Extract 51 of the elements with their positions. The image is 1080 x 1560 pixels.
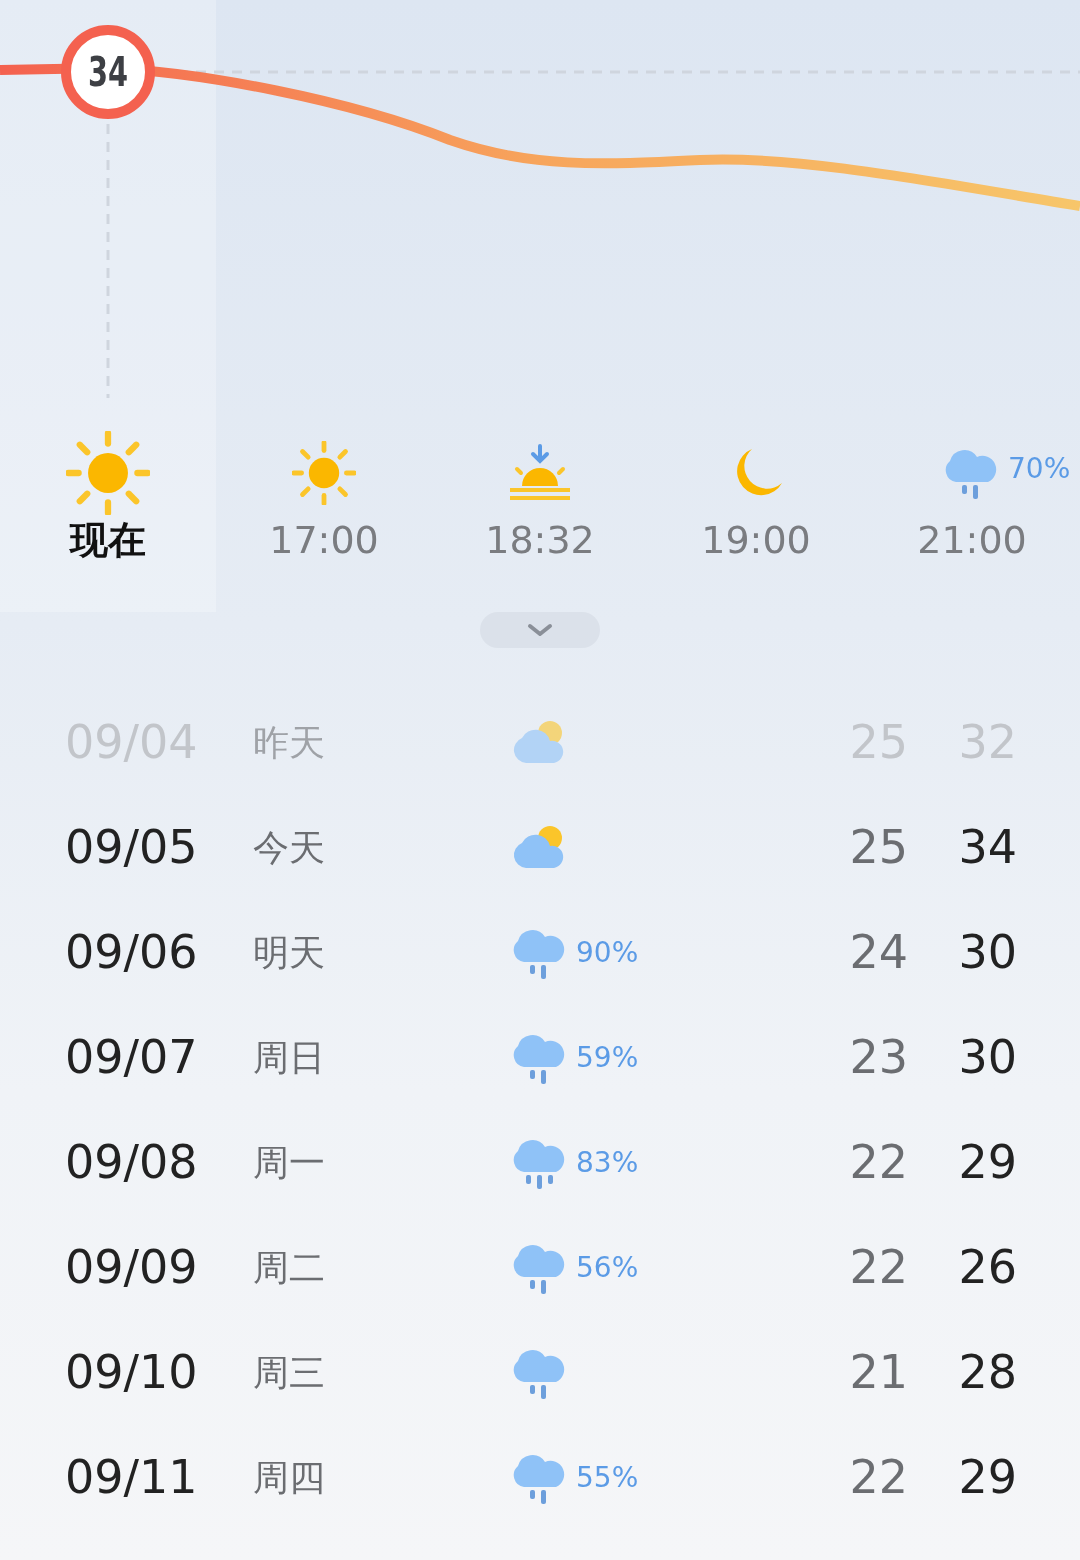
weekday-label: 周日 [253,1035,326,1080]
precipitation-chance: 70% [1008,451,1071,487]
date-label: 09/07 [65,1029,199,1086]
date-label: 09/09 [65,1239,199,1296]
low-temperature: 22 [848,1134,908,1191]
date-label: 09/11 [65,1449,199,1506]
hour-item[interactable]: 17:00 [216,420,432,612]
date-label: 09/06 [65,924,199,981]
weekday-label: 周三 [253,1350,326,1395]
low-temperature: 24 [848,924,908,981]
hour-label: 21:00 [917,518,1027,564]
precipitation-chance: 90% [576,934,639,971]
high-temperature: 29 [957,1134,1017,1191]
hour-label: 19:00 [701,518,811,564]
chevron-down-icon [526,622,554,638]
hour-label: 18:32 [485,518,595,564]
high-temperature: 26 [957,1239,1017,1296]
low-temperature: 21 [848,1344,908,1401]
expand-button[interactable] [480,612,600,648]
hour-label: 现在 [70,518,146,564]
precipitation-chance: 83% [576,1144,639,1181]
high-temperature: 34 [957,819,1017,876]
weekday-label: 周四 [253,1455,326,1500]
weekday-label: 周二 [253,1245,326,1290]
weekday-label: 昨天 [253,720,326,765]
high-temperature: 29 [957,1449,1017,1506]
high-temperature: 30 [957,924,1017,981]
weekday-label: 周一 [253,1140,326,1185]
low-temperature: 22 [848,1449,908,1506]
low-temperature: 23 [848,1029,908,1086]
low-temperature: 22 [848,1239,908,1296]
high-temperature: 30 [957,1029,1017,1086]
hour-item[interactable]: 18:32 [432,420,648,612]
sun-icon [292,441,356,505]
precipitation-chance: 56% [576,1249,639,1286]
sunset-icon [508,444,572,502]
weekday-label: 明天 [253,930,326,975]
precipitation-chance: 59% [576,1039,639,1076]
hour-item[interactable]: 现在 [0,420,216,612]
sun-icon [66,431,150,515]
hour-item[interactable]: 19:00 [648,420,864,612]
weekday-label: 今天 [253,825,326,870]
date-label: 09/08 [65,1134,199,1191]
date-label: 09/05 [65,819,199,876]
current-temperature: 34 [86,48,129,96]
hour-item[interactable]: 70% 21:00 [864,420,1080,612]
high-temperature: 28 [957,1344,1017,1401]
low-temperature: 25 [848,819,908,876]
precipitation-chance: 55% [576,1459,639,1496]
date-label: 09/10 [65,1344,199,1401]
hour-label: 17:00 [269,518,379,564]
